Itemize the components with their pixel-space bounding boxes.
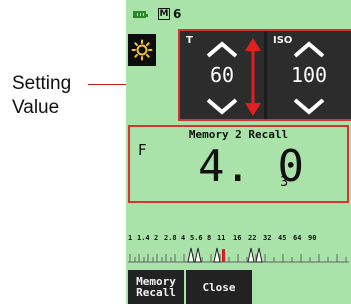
shutter-label: T (186, 35, 193, 46)
close-button[interactable]: Close (186, 270, 252, 304)
scale-label: 2.8 (164, 234, 177, 242)
chevron-down-icon[interactable] (292, 97, 326, 115)
scale-label: 16 (233, 234, 242, 242)
scale-label: 90 (308, 234, 317, 242)
scale-label: 11 (217, 234, 226, 242)
callout-line1: Setting (12, 73, 72, 94)
callout-pointer-line (88, 84, 128, 85)
setting-value-callout: Setting Value (12, 72, 71, 120)
f-number-tenths: 3 (280, 175, 289, 190)
scale-label: 45 (278, 234, 287, 242)
scale-label: 64 (293, 234, 302, 242)
mode-badge: M (158, 8, 170, 20)
scale-label: 4 (181, 234, 186, 242)
scale-label: 2 (154, 234, 159, 242)
callout-line2: Value (12, 97, 60, 118)
scale-marker (213, 247, 221, 263)
mode-number: 6 (173, 7, 182, 21)
scale-label: 8 (207, 234, 212, 242)
iso-value: 100 (290, 63, 328, 87)
memory-recall-display: Memory 2 Recall F 4. 0 3 (128, 125, 349, 203)
scale-marker (194, 247, 202, 263)
scale-label: 22 (248, 234, 257, 242)
double-arrow-icon (245, 38, 261, 116)
scale-label: 32 (263, 234, 272, 242)
sun-icon (131, 39, 153, 61)
meter-screen: M 6 T 60 ISO 100 Memory 2 Recall F 4. 0 … (126, 0, 351, 304)
scale-marker (247, 247, 255, 263)
scale-label: 5.6 (190, 234, 203, 242)
chevron-up-icon[interactable] (205, 41, 239, 59)
battery-icon (133, 11, 148, 18)
setting-value-panel: T 60 ISO 100 (178, 29, 351, 121)
current-aperture-indicator (222, 249, 225, 262)
f-label: F (138, 141, 147, 159)
shutter-tile: T 60 (180, 31, 264, 119)
memory-recall-line2: Recall (136, 286, 176, 299)
settings-button[interactable] (128, 34, 156, 66)
status-bar: M 6 (126, 7, 351, 22)
scale-marker (255, 247, 263, 263)
iso-label: ISO (273, 35, 293, 46)
aperture-scale (128, 247, 349, 263)
scale-label: 1 (128, 234, 133, 242)
iso-tile: ISO 100 (267, 31, 351, 119)
chevron-down-icon[interactable] (205, 97, 239, 115)
scale-label: 1.4 (137, 234, 150, 242)
chevron-up-icon[interactable] (292, 41, 326, 59)
memory-recall-button[interactable]: Memory Recall (128, 270, 184, 304)
